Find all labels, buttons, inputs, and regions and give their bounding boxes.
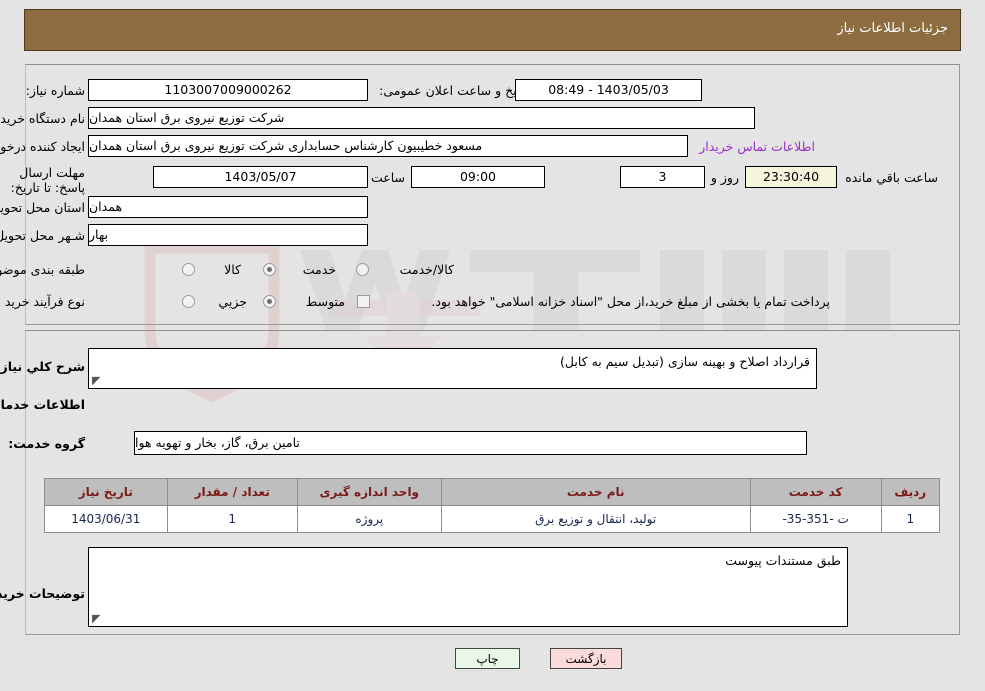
- category-option-0-label: کالا: [224, 262, 241, 277]
- category-option-1-label: خدمت: [302, 262, 336, 277]
- page-header: جزئیات اطلاعات نیاز: [24, 9, 961, 51]
- city-label: شـهر محل تحویل:: [0, 228, 85, 243]
- deadline-label: مهلت ارسال پاسخ: تا تاریخ:: [10, 165, 85, 195]
- page-title: جزئیات اطلاعات نیاز: [837, 21, 948, 36]
- remaining-days-label: روز و: [710, 170, 739, 185]
- service-group-field[interactable]: تامین برق، گاز، بخار و تهویه هوا: [134, 431, 807, 455]
- need-number-label: شماره نیاز:: [25, 83, 85, 98]
- buyer-org-label: نام دستگاه خریدار:: [0, 111, 85, 126]
- need-info-panel: [25, 64, 960, 325]
- process-option-0-label: جزیي: [218, 294, 247, 309]
- buyer-notes-textarea[interactable]: طبق مستندات پیوست ◥: [88, 547, 848, 627]
- th-unit: واحد اندازه گیری: [296, 478, 442, 506]
- services-section-title: اطلاعات خدمات مورد نیاز: [0, 397, 85, 412]
- process-option-1-label: متوسط: [305, 294, 345, 309]
- city-field[interactable]: بهار: [88, 224, 368, 246]
- cell-unit: پروژه: [296, 505, 442, 533]
- need-summary-label: شرح کلي نیاز:: [0, 359, 85, 374]
- cell-row-no: 1: [880, 505, 941, 533]
- public-announce-field[interactable]: 1403/05/03 - 08:49: [515, 79, 702, 101]
- checkbox-treasury-bonds[interactable]: [357, 295, 370, 308]
- treasury-bonds-text: پرداخت تمام یا بخشی از مبلغ خرید،از محل …: [431, 294, 830, 309]
- remaining-days-field[interactable]: 3: [620, 166, 705, 188]
- th-service-name: نام خدمت: [440, 478, 751, 506]
- countdown-label: ساعت باقي مانده: [845, 170, 938, 185]
- buyer-notes-value: طبق مستندات پیوست: [725, 553, 841, 568]
- process-label: نوع فرآیند خرید :: [0, 294, 85, 309]
- resize-grip-icon[interactable]: ◥: [92, 374, 102, 387]
- print-button[interactable]: چاپ: [455, 648, 520, 669]
- table-row: 1 ت -351-35- تولید، انتقال و توزیع برق پ…: [44, 505, 941, 533]
- radio-process-motevaset[interactable]: [263, 295, 276, 308]
- cell-service-name: تولید، انتقال و توزیع برق: [440, 505, 751, 533]
- public-announce-label: تاریخ و ساعت اعلان عمومی:: [379, 83, 530, 98]
- service-group-label: گروه خدمت:: [8, 436, 85, 451]
- deadline-date-field[interactable]: 1403/05/07: [153, 166, 368, 188]
- th-need-date: تاریخ نیاز: [44, 478, 168, 506]
- table-header-row: ردیف کد خدمت نام خدمت واحد اندازه گیری ت…: [44, 478, 941, 506]
- radio-category-kala[interactable]: [182, 263, 195, 276]
- need-summary-value: قرارداد اصلاح و بهینه سازی (تبدیل سیم به…: [560, 354, 810, 369]
- category-label: طبقه بندی موضوعی:: [0, 262, 85, 277]
- category-option-2-label: کالا/خدمت: [399, 262, 454, 277]
- th-row-no: ردیف: [880, 478, 941, 506]
- cell-quantity: 1: [166, 505, 298, 533]
- deadline-time-label: ساعت: [370, 170, 405, 185]
- need-number-field[interactable]: 1103007009000262: [88, 79, 368, 101]
- back-button[interactable]: بازگشت: [550, 648, 622, 669]
- deadline-time-field[interactable]: 09:00: [411, 166, 545, 188]
- services-table: ردیف کد خدمت نام خدمت واحد اندازه گیری ت…: [44, 478, 941, 533]
- buyer-notes-label: توضیحات خریدار:: [0, 586, 85, 601]
- resize-grip-icon-notes[interactable]: ◥: [92, 612, 102, 625]
- requester-field[interactable]: مسعود خطیبیون کارشناس حسابداری شرکت توزی…: [88, 135, 688, 157]
- cell-need-date: 1403/06/31: [44, 505, 168, 533]
- cell-service-code: ت -351-35-: [749, 505, 882, 533]
- th-service-code: کد خدمت: [749, 478, 882, 506]
- th-quantity: تعداد / مقدار: [166, 478, 298, 506]
- requester-label: ایجاد کننده درخواست:: [0, 139, 85, 154]
- page-root: جزئیات اطلاعات نیاز شماره نیاز: 11030070…: [0, 0, 985, 691]
- province-field[interactable]: همدان: [88, 196, 368, 218]
- need-summary-textarea[interactable]: قرارداد اصلاح و بهینه سازی (تبدیل سیم به…: [88, 348, 817, 389]
- province-label: استان محل تحویل:: [0, 200, 85, 215]
- countdown-field: 23:30:40: [745, 166, 837, 188]
- buyer-contact-link[interactable]: اطلاعات تماس خریدار: [699, 139, 815, 154]
- buyer-org-field[interactable]: شرکت توزیع نیروی برق استان همدان: [88, 107, 755, 129]
- radio-process-jozei[interactable]: [182, 295, 195, 308]
- radio-category-khedmat[interactable]: [263, 263, 276, 276]
- radio-category-kala-khedmat[interactable]: [356, 263, 369, 276]
